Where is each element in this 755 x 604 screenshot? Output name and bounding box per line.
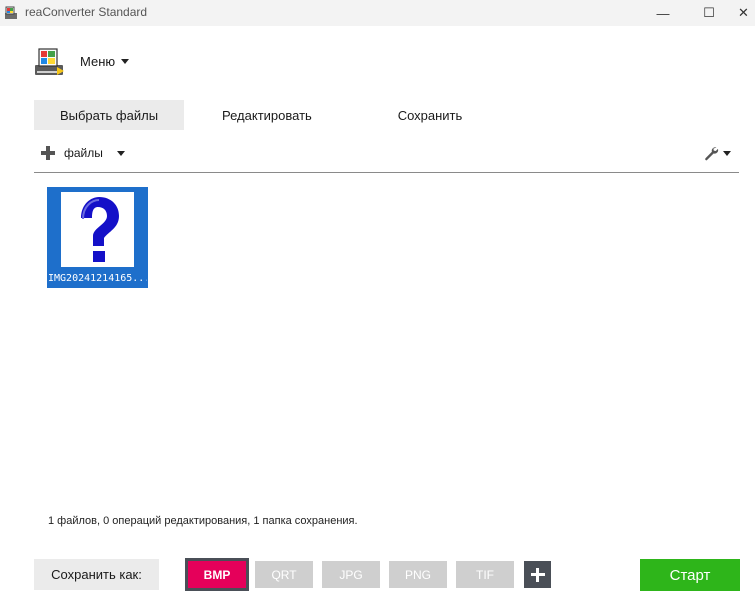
start-button[interactable]: Старт	[640, 559, 740, 591]
wrench-icon	[705, 147, 719, 161]
settings-button[interactable]	[703, 145, 731, 161]
file-thumbnail[interactable]: IMG20241214165...	[47, 187, 148, 288]
format-png-button[interactable]: PNG	[389, 561, 447, 588]
add-format-button[interactable]	[524, 561, 551, 588]
format-tif-button[interactable]: TIF	[456, 561, 514, 588]
app-icon	[5, 6, 17, 19]
format-bmp-button[interactable]: BMP	[185, 558, 249, 591]
plus-icon	[40, 145, 56, 161]
close-button[interactable]: ✕	[732, 0, 755, 26]
status-text: 1 файлов, 0 операций редактирования, 1 п…	[48, 515, 358, 527]
file-name: IMG20241214165...	[48, 273, 147, 284]
add-files-button[interactable]: файлы	[40, 145, 125, 161]
title-bar: reaConverter Standard — ☐ ✕	[0, 0, 755, 26]
app-logo-icon	[35, 48, 64, 75]
maximize-button[interactable]: ☐	[686, 0, 732, 26]
chevron-down-icon	[121, 59, 130, 64]
toolbar-divider	[34, 172, 739, 173]
tab-save[interactable]: Сохранить	[370, 100, 490, 130]
format-jpg-button[interactable]: JPG	[322, 561, 380, 588]
thumbnail-image	[61, 192, 134, 267]
menu-label: Меню	[80, 54, 116, 69]
window-title: reaConverter Standard	[25, 5, 148, 19]
question-mark-icon	[81, 197, 119, 262]
format-qrt-button[interactable]: QRT	[255, 561, 313, 588]
chevron-down-icon	[723, 150, 731, 156]
minimize-button[interactable]: —	[640, 0, 686, 26]
save-as-label: Сохранить как:	[34, 559, 159, 590]
tab-edit[interactable]: Редактировать	[200, 100, 390, 130]
plus-icon-vertical	[536, 567, 539, 582]
tab-select-files[interactable]: Выбрать файлы	[34, 100, 184, 130]
add-files-label: файлы	[64, 146, 103, 160]
main-menu[interactable]: Меню	[80, 54, 130, 69]
chevron-down-icon	[116, 150, 125, 156]
